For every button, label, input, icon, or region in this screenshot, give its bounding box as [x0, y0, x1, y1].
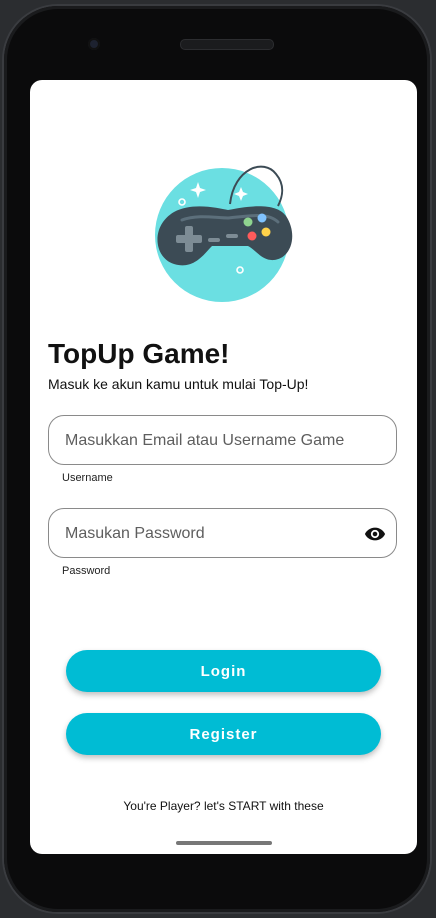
app-screen: TopUp Game! Masuk ke akun kamu untuk mul…: [30, 80, 417, 854]
earpiece-speaker: [180, 39, 274, 50]
username-label: Username: [62, 472, 113, 484]
eye-icon[interactable]: [364, 523, 386, 545]
login-subtitle: Masuk ke akun kamu untuk mulai Top-Up!: [48, 376, 309, 392]
footer-text: You're Player? let's START with these: [123, 799, 324, 813]
password-label: Password: [62, 565, 111, 577]
password-field[interactable]: [48, 508, 397, 559]
password-input[interactable]: [63, 509, 367, 559]
username-input[interactable]: [63, 416, 367, 466]
phone-frame: TopUp Game! Masuk ke akun kamu untuk mul…: [4, 6, 430, 912]
register-button[interactable]: Register: [66, 713, 381, 755]
home-indicator[interactable]: [176, 841, 272, 845]
gamepad-icon: [152, 160, 298, 302]
login-button[interactable]: Login: [66, 650, 381, 692]
front-camera: [88, 38, 100, 50]
username-field[interactable]: [48, 415, 397, 466]
app-title: TopUp Game!: [48, 338, 230, 369]
